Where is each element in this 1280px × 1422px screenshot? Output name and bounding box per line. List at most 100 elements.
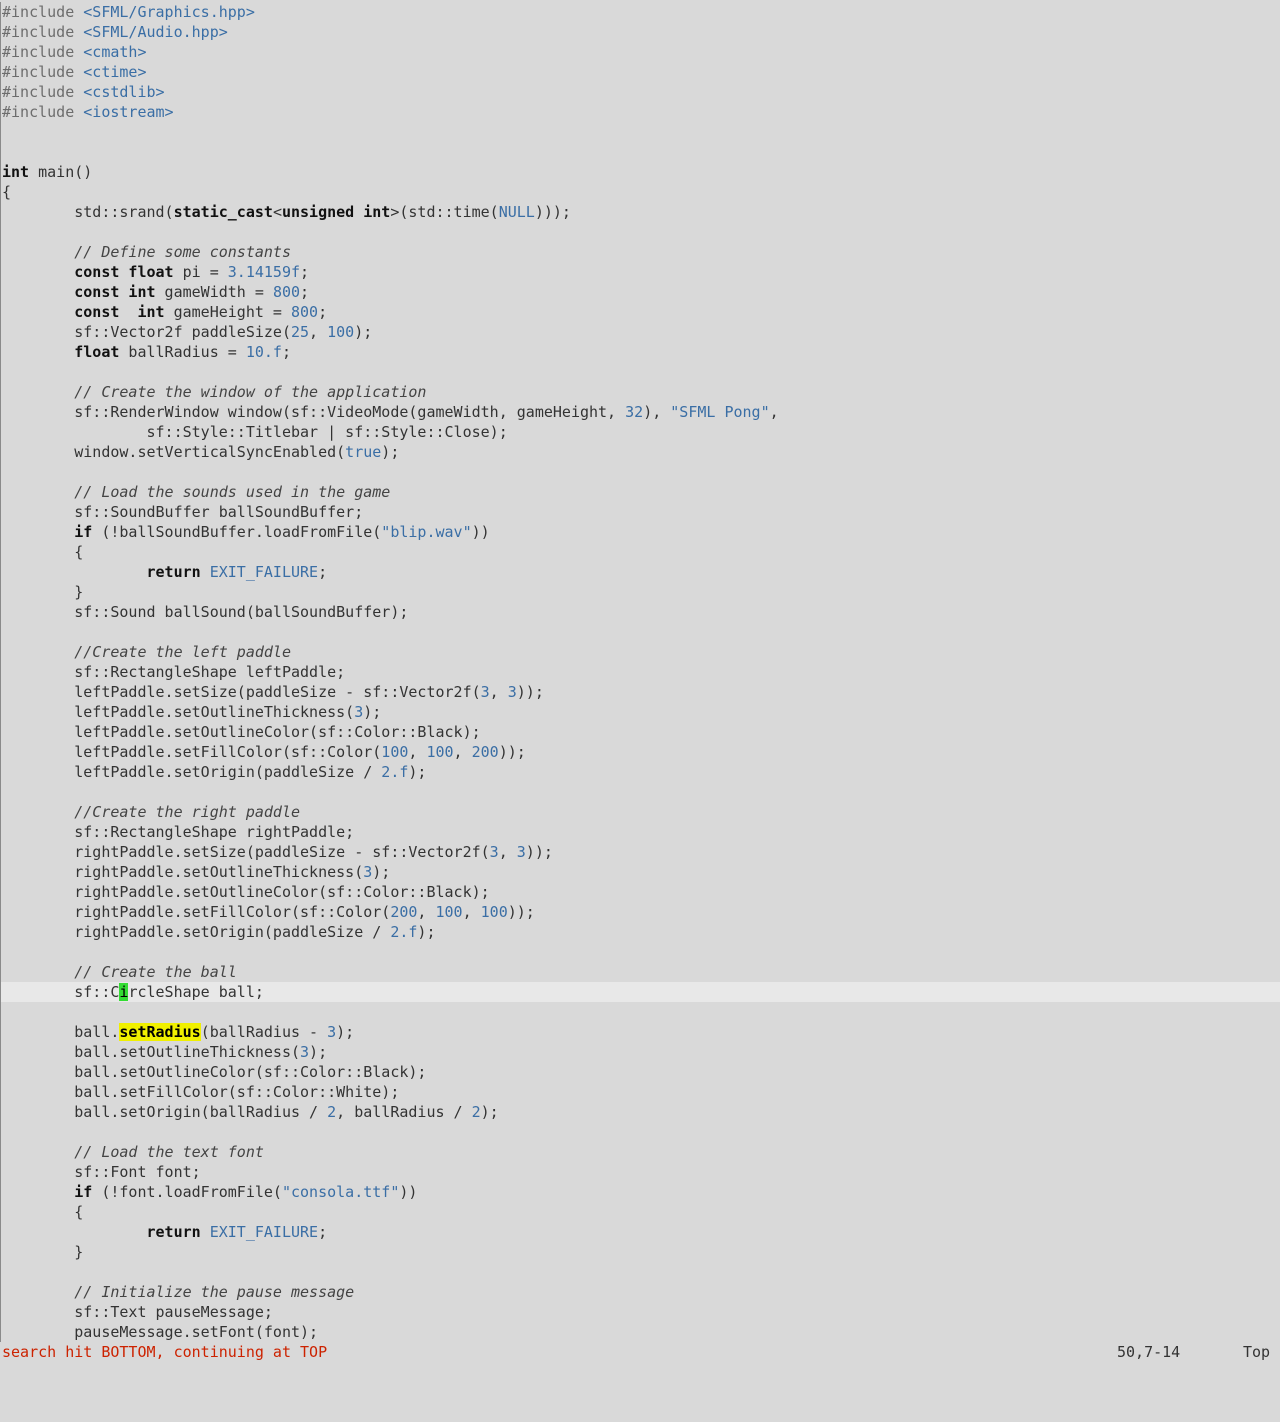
code-line[interactable]: sf::Style::Titlebar | sf::Style::Close);	[1, 422, 1280, 442]
code-line[interactable]: sf::RectangleShape leftPaddle;	[1, 662, 1280, 682]
code-line[interactable]: ball.setFillColor(sf::Color::White);	[1, 1082, 1280, 1102]
code-token: ;	[300, 263, 310, 281]
code-line[interactable]	[1, 122, 1280, 142]
code-line[interactable]	[1, 222, 1280, 242]
code-line[interactable]: #include <iostream>	[1, 102, 1280, 122]
search-match: setRadius	[119, 1023, 201, 1041]
code-token: );	[480, 1103, 499, 1121]
code-line[interactable]: ball.setRadius(ballRadius - 3);	[1, 1022, 1280, 1042]
code-line[interactable]: leftPaddle.setFillColor(sf::Color(100, 1…	[1, 742, 1280, 762]
code-line[interactable]: sf::RenderWindow window(sf::VideoMode(ga…	[1, 402, 1280, 422]
code-token: 2	[471, 1103, 481, 1121]
code-line[interactable]: sf::Vector2f paddleSize(25, 100);	[1, 322, 1280, 342]
code-token: sf::RenderWindow window(sf::VideoMode(ga…	[2, 403, 626, 421]
code-token: 3	[363, 863, 373, 881]
code-line[interactable]: rightPaddle.setOutlineThickness(3);	[1, 862, 1280, 882]
code-token: rightPaddle.setSize(paddleSize - sf::Vec…	[2, 843, 490, 861]
code-line[interactable]: sf::Font font;	[1, 1162, 1280, 1182]
code-line[interactable]: return EXIT_FAILURE;	[1, 1222, 1280, 1242]
code-line-current[interactable]: sf::CircleShape ball;	[1, 982, 1280, 1002]
code-line[interactable]	[1, 942, 1280, 962]
code-line[interactable]: rightPaddle.setOutlineColor(sf::Color::B…	[1, 882, 1280, 902]
code-token: // Load the sounds used in the game	[2, 483, 391, 501]
code-editor[interactable]: #include <SFML/Graphics.hpp> #include <SF…	[0, 2, 1280, 1342]
code-line[interactable]: rightPaddle.setSize(paddleSize - sf::Vec…	[1, 842, 1280, 862]
code-line[interactable]: window.setVerticalSyncEnabled(true);	[1, 442, 1280, 462]
code-line[interactable]: #include <SFML/Graphics.hpp>	[1, 2, 1280, 22]
code-line[interactable]	[1, 362, 1280, 382]
code-token: 2.f	[381, 763, 409, 781]
code-token: ))	[471, 523, 490, 541]
code-line[interactable]	[1, 782, 1280, 802]
code-line[interactable]: // Create the ball	[1, 962, 1280, 982]
code-token: ,	[498, 843, 517, 861]
code-line[interactable]	[1, 462, 1280, 482]
code-line[interactable]: #include <SFML/Audio.hpp>	[1, 22, 1280, 42]
code-token: <cmath>	[83, 43, 147, 61]
code-token: // Define some constants	[2, 243, 291, 261]
code-line[interactable]: {	[1, 1202, 1280, 1222]
code-line[interactable]: std::srand(static_cast<unsigned int>(std…	[1, 202, 1280, 222]
code-line[interactable]	[1, 622, 1280, 642]
code-token: unsigned int	[281, 203, 391, 221]
code-line[interactable]: #include <cstdlib>	[1, 82, 1280, 102]
code-line[interactable]: sf::SoundBuffer ballSoundBuffer;	[1, 502, 1280, 522]
code-line[interactable]: float ballRadius = 10.f;	[1, 342, 1280, 362]
code-line[interactable]: // Load the sounds used in the game	[1, 482, 1280, 502]
code-line[interactable]: // Initialize the pause message	[1, 1282, 1280, 1302]
code-line[interactable]: //Create the right paddle	[1, 802, 1280, 822]
code-line[interactable]: leftPaddle.setOutlineColor(sf::Color::Bl…	[1, 722, 1280, 742]
code-token: >(std::time(	[390, 203, 499, 221]
code-token: 3	[489, 843, 499, 861]
code-token: "SFML Pong"	[670, 403, 770, 421]
code-token: sf::SoundBuffer ballSoundBuffer;	[2, 503, 364, 521]
code-line[interactable]: {	[1, 542, 1280, 562]
code-line[interactable]: #include <cmath>	[1, 42, 1280, 62]
code-line[interactable]: }	[1, 582, 1280, 602]
code-line[interactable]: ball.setOutlineColor(sf::Color::Black);	[1, 1062, 1280, 1082]
code-line[interactable]: leftPaddle.setSize(paddleSize - sf::Vect…	[1, 682, 1280, 702]
code-line[interactable]	[1, 1002, 1280, 1022]
code-line[interactable]: rightPaddle.setFillColor(sf::Color(200, …	[1, 902, 1280, 922]
code-line[interactable]: if (!ballSoundBuffer.loadFromFile("blip.…	[1, 522, 1280, 542]
code-line[interactable]: int main()	[1, 162, 1280, 182]
code-token: );	[309, 1043, 328, 1061]
status-line: search hit BOTTOM, continuing at TOP 50,…	[0, 1342, 1280, 1362]
code-line[interactable]: if (!font.loadFromFile("consola.ttf"))	[1, 1182, 1280, 1202]
code-line[interactable]: const int gameWidth = 800;	[1, 282, 1280, 302]
code-token: leftPaddle.setFillColor(sf::Color(	[2, 743, 382, 761]
code-line[interactable]	[1, 1122, 1280, 1142]
code-line[interactable]: {	[1, 182, 1280, 202]
code-token: float	[2, 343, 120, 361]
code-line[interactable]: // Define some constants	[1, 242, 1280, 262]
code-line[interactable]: leftPaddle.setOutlineThickness(3);	[1, 702, 1280, 722]
code-token: 100	[381, 743, 409, 761]
code-token: #include	[2, 3, 84, 21]
code-line[interactable]	[1, 142, 1280, 162]
code-line[interactable]: leftPaddle.setOrigin(paddleSize / 2.f);	[1, 762, 1280, 782]
code-token: 2.f	[390, 923, 418, 941]
code-token: rightPaddle.setOutlineThickness(	[2, 863, 364, 881]
code-line[interactable]: return EXIT_FAILURE;	[1, 562, 1280, 582]
code-line[interactable]	[1, 1262, 1280, 1282]
code-token: #include	[2, 43, 84, 61]
code-line[interactable]: pauseMessage.setFont(font);	[1, 1322, 1280, 1342]
code-line[interactable]: rightPaddle.setOrigin(paddleSize / 2.f);	[1, 922, 1280, 942]
code-line[interactable]: }	[1, 1242, 1280, 1262]
code-line[interactable]: sf::Sound ballSound(ballSoundBuffer);	[1, 602, 1280, 622]
cursor-position: 50,7-14	[1117, 1343, 1181, 1361]
code-line[interactable]: const int gameHeight = 800;	[1, 302, 1280, 322]
code-line[interactable]: ball.setOutlineThickness(3);	[1, 1042, 1280, 1062]
code-line[interactable]: //Create the left paddle	[1, 642, 1280, 662]
code-line[interactable]: sf::Text pauseMessage;	[1, 1302, 1280, 1322]
code-line[interactable]: // Create the window of the application	[1, 382, 1280, 402]
code-line[interactable]: const float pi = 3.14159f;	[1, 262, 1280, 282]
code-token: ,	[417, 903, 436, 921]
code-line[interactable]: sf::RectangleShape rightPaddle;	[1, 822, 1280, 842]
code-line[interactable]: #include <ctime>	[1, 62, 1280, 82]
code-line[interactable]: ball.setOrigin(ballRadius / 2, ballRadiu…	[1, 1102, 1280, 1122]
code-token: rightPaddle.setFillColor(sf::Color(	[2, 903, 391, 921]
code-token: const int	[2, 283, 156, 301]
code-token: }	[2, 1243, 84, 1261]
code-line[interactable]: // Load the text font	[1, 1142, 1280, 1162]
